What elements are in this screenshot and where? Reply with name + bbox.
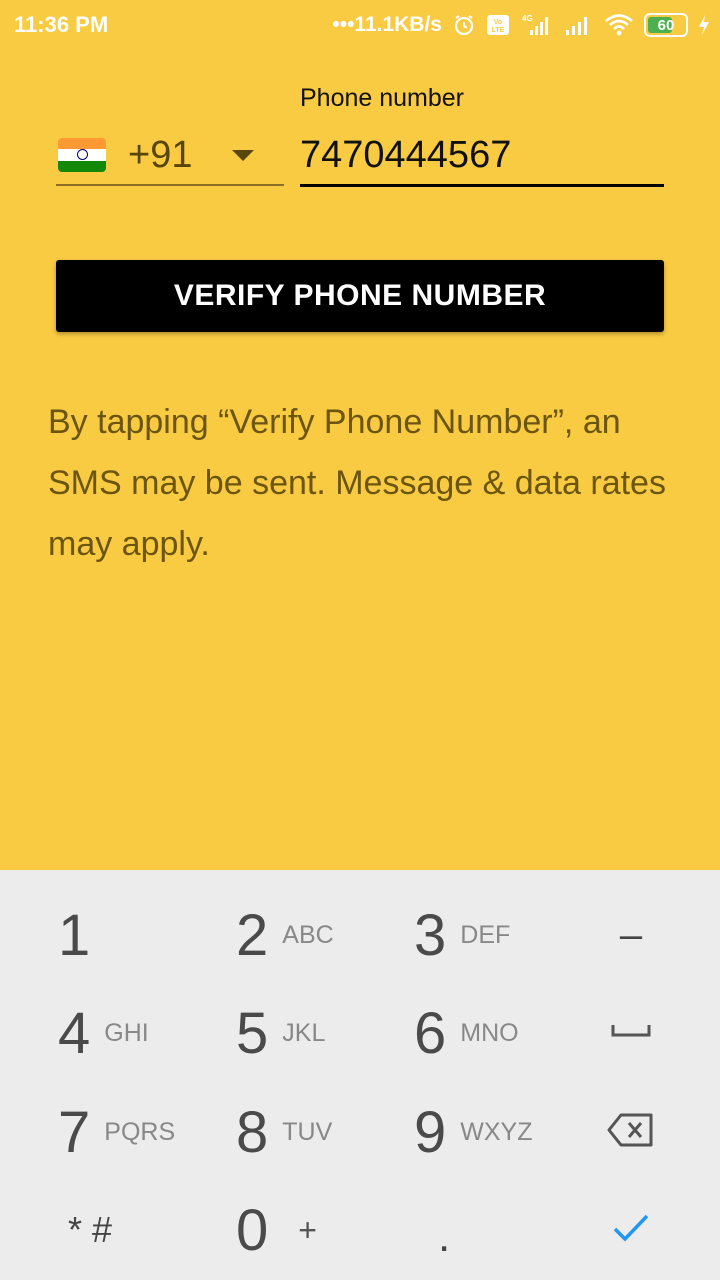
checkmark-icon	[611, 1212, 651, 1249]
key-letters: JKL	[282, 1018, 326, 1047]
key-3[interactable]: 3 DEF	[414, 885, 594, 985]
key-letters: WXYZ	[460, 1117, 533, 1146]
key-2[interactable]: 2 ABC	[236, 885, 416, 985]
key-1[interactable]: 1	[58, 885, 238, 985]
net-speed: •••11.1KB/s	[332, 13, 442, 36]
key-digit: 3	[414, 902, 447, 968]
wifi-icon	[604, 13, 634, 37]
svg-text:Vo: Vo	[494, 19, 502, 26]
signal-4g-icon: 4G	[520, 13, 554, 37]
key-4[interactable]: 4 GHI	[58, 983, 238, 1083]
key-letters: TUV	[282, 1117, 333, 1146]
dropdown-arrow-icon	[232, 150, 254, 161]
done-button[interactable]	[596, 1180, 666, 1280]
space-icon	[611, 1023, 651, 1044]
battery-icon: 60	[644, 13, 688, 37]
key-letters: PQRS	[104, 1117, 176, 1146]
key-digit: 6	[414, 1000, 447, 1066]
key-8[interactable]: 8 TUV	[236, 1082, 416, 1182]
key-digit: 2	[236, 902, 269, 968]
svg-text:4G: 4G	[522, 14, 533, 23]
key-letters: GHI	[104, 1018, 149, 1047]
phone-number-input[interactable]	[300, 126, 664, 187]
key-digit: 1	[58, 902, 91, 968]
key-dot[interactable]: .	[438, 1180, 618, 1280]
alarm-icon	[452, 13, 476, 37]
battery-level: 60	[657, 16, 675, 34]
svg-text:LTE: LTE	[492, 27, 505, 34]
key-5[interactable]: 5 JKL	[236, 983, 416, 1083]
country-code: +91	[128, 133, 193, 176]
signal-icon	[564, 13, 594, 37]
sms-disclaimer: By tapping “Verify Phone Number”, an SMS…	[48, 403, 666, 563]
volte-icon: Vo LTE	[486, 14, 510, 36]
key-letters: ABC	[282, 920, 334, 949]
country-code-picker[interactable]: +91	[56, 126, 284, 186]
dot-label: .	[438, 1212, 451, 1261]
charging-icon	[698, 14, 710, 36]
key-digit: 7	[58, 1099, 91, 1165]
minus-icon: –	[619, 912, 643, 957]
key-digit: 0	[236, 1197, 269, 1263]
key-digit: 4	[58, 1000, 91, 1066]
star-hash-label: * #	[68, 1209, 113, 1250]
key-9[interactable]: 9 WXYZ	[414, 1082, 594, 1182]
key-letters: +	[298, 1211, 317, 1248]
key-digit: 9	[414, 1099, 447, 1165]
key-7[interactable]: 7 PQRS	[58, 1082, 238, 1182]
numeric-keypad: 1 2 ABC 3 DEF – 4 GHI 5 JKL 6 MNO 7 PQRS…	[0, 870, 720, 1280]
key-digit: 8	[236, 1099, 269, 1165]
backspace-button[interactable]	[596, 1082, 666, 1182]
key-space[interactable]	[596, 983, 666, 1083]
key-star-hash[interactable]: * #	[68, 1180, 248, 1280]
verify-phone-number-button[interactable]: VERIFY PHONE NUMBER	[56, 260, 664, 332]
india-flag-icon	[58, 138, 106, 172]
backspace-icon	[607, 1113, 655, 1152]
key-letters: MNO	[460, 1018, 519, 1047]
status-time: 11:36 PM	[14, 12, 109, 37]
key-0[interactable]: 0 +	[236, 1180, 416, 1280]
key-6[interactable]: 6 MNO	[414, 983, 594, 1083]
key-letters: DEF	[460, 920, 511, 949]
phone-number-label: Phone number	[300, 84, 465, 112]
status-icons: •••11.1KB/s Vo LTE 4G 60	[332, 10, 710, 40]
key-digit: 5	[236, 1000, 269, 1066]
status-bar: 11:36 PM •••11.1KB/s Vo LTE 4G 60	[0, 0, 720, 52]
key-minus[interactable]: –	[596, 885, 666, 985]
